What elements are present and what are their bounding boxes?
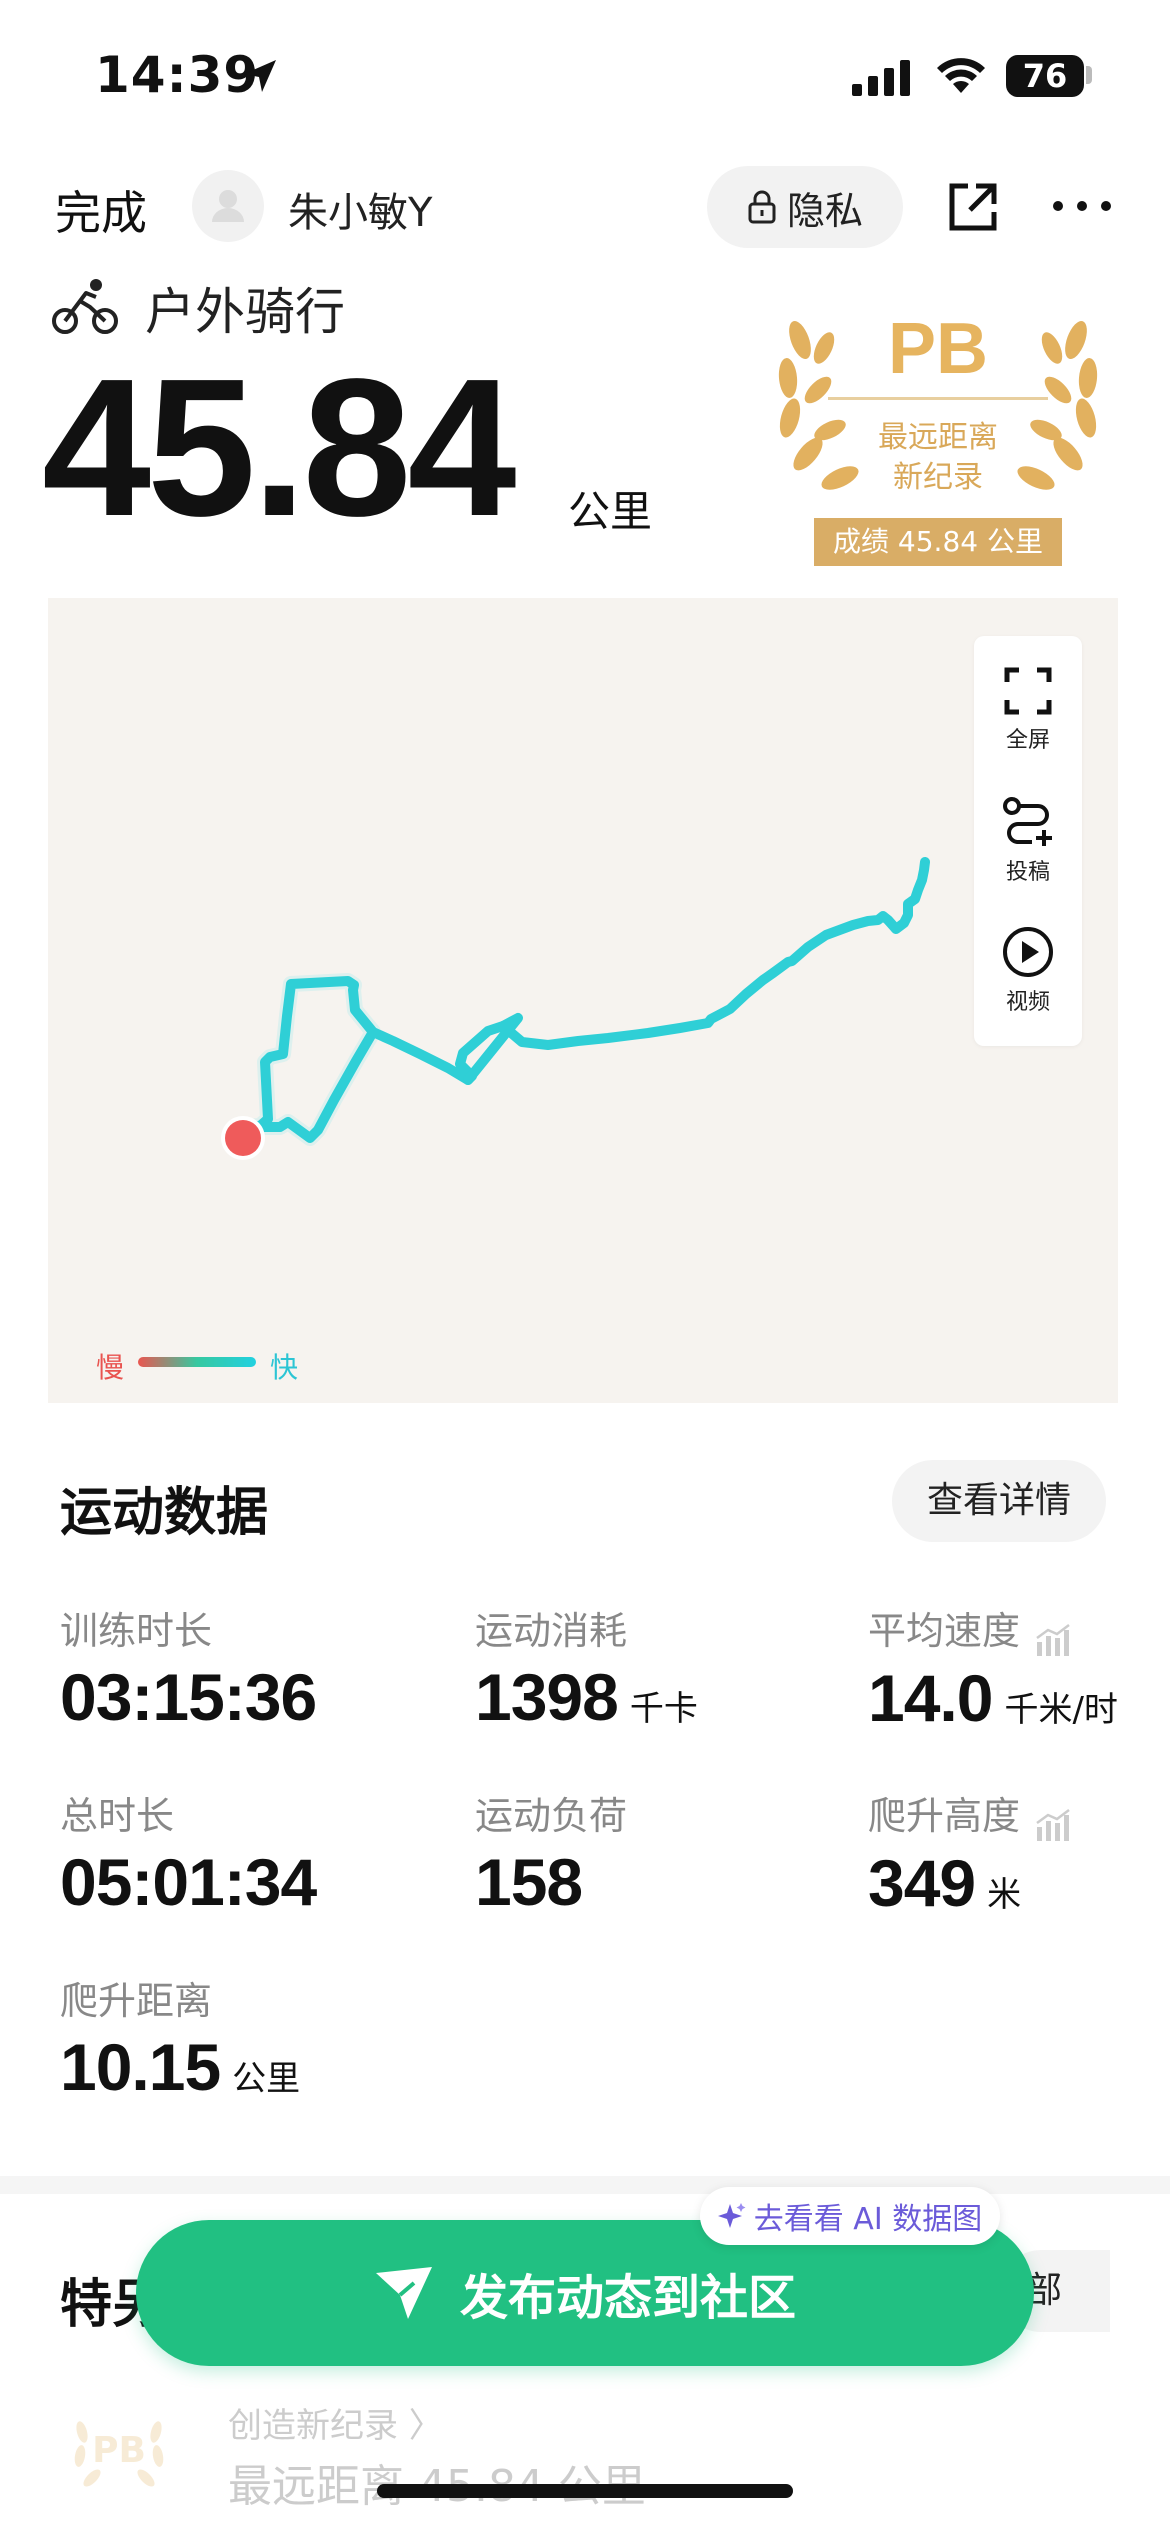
send-icon (375, 2267, 432, 2319)
privacy-label: 隐私 (786, 188, 863, 233)
ai-pill-label: 去看看 AI 数据图 (753, 2202, 983, 2237)
stat-label: 爬升距离 (60, 1979, 213, 2023)
stat-unit: 千米/时 (1004, 1689, 1118, 1730)
stat-value: 14.0 (868, 1660, 993, 1735)
route-add-icon (1003, 797, 1052, 846)
legend-slow: 慢 (96, 1351, 125, 1384)
stat-unit: 千卡 (629, 1689, 698, 1729)
legend-fast: 快 (270, 1351, 299, 1384)
stat-value: 158 (475, 1845, 583, 1919)
avatar[interactable] (192, 170, 264, 242)
cellular-signal-icon (852, 60, 910, 96)
map-toolbar: 全屏 投稿 视频 (974, 636, 1082, 1046)
pb-mini-badge: PB (68, 2408, 170, 2498)
username[interactable]: 朱小敏Y (288, 180, 432, 238)
stat-label: 运动消耗 (475, 1609, 628, 1653)
video-tool[interactable]: 视频 (974, 926, 1082, 1016)
view-details-button[interactable]: 查看详情 (892, 1460, 1106, 1542)
pb-divider (828, 397, 1048, 400)
route-path (221, 857, 930, 1160)
pb-subtitle-line1: 最远距离 (878, 420, 998, 455)
sparkle-icon (717, 2203, 746, 2228)
pb-title: PB (887, 309, 989, 389)
route-map[interactable] (48, 598, 1118, 1403)
stat-label: 爬升高度 (868, 1794, 1021, 1838)
play-icon (1003, 927, 1053, 977)
stat-value: 03:15:36 (60, 1660, 317, 1734)
record-detail: 最远距离 45.84 公里 (228, 2461, 646, 2512)
fullscreen-icon (1004, 667, 1052, 715)
share-icon[interactable] (946, 180, 1000, 234)
record-caption: 创造新纪录 〉 (228, 2406, 443, 2446)
battery-nub (1086, 66, 1092, 84)
stat-avg-speed[interactable]: 平均速度 14.0 千米/时 (868, 1600, 1118, 1736)
status-time: 14:39 (95, 46, 260, 104)
privacy-button[interactable]: 隐私 (707, 166, 903, 248)
stat-unit: 公里 (232, 2059, 301, 2099)
fullscreen-label: 全屏 (1005, 728, 1050, 753)
stat-label: 平均速度 (868, 1609, 1021, 1653)
stat-unit: 米 (987, 1874, 1022, 1915)
trend-chart-icon (1036, 1623, 1070, 1656)
stat-label: 总时长 (60, 1794, 175, 1838)
distance-value: 45.84 (42, 338, 516, 557)
distance-unit: 公里 (568, 487, 653, 536)
battery-indicator: 76 (1006, 55, 1084, 97)
ai-chart-pill[interactable]: 去看看 AI 数据图 (700, 2187, 1000, 2245)
pb-mini-text: PB (92, 2430, 146, 2471)
stat-total-time: 总时长 05:01:34 (60, 1785, 317, 1920)
lock-icon (748, 190, 776, 224)
stat-training-load: 运动负荷 158 (475, 1785, 627, 1920)
wifi-icon (937, 58, 985, 93)
stat-elevation-gain[interactable]: 爬升高度 349 米 (868, 1785, 1073, 1921)
pb-badge[interactable]: PB 最远距离 新纪录 成绩 45.84 公里 (760, 300, 1116, 570)
home-indicator (377, 2484, 793, 2498)
stat-value: 349 (868, 1845, 976, 1920)
bike-icon (52, 279, 118, 334)
section-divider (0, 2176, 1170, 2194)
stat-climb-distance: 爬升距离 10.15 公里 (60, 1970, 300, 2105)
video-label: 视频 (1005, 990, 1050, 1015)
stats-title: 运动数据 (60, 1483, 269, 1543)
fullscreen-tool[interactable]: 全屏 (974, 666, 1082, 754)
stat-value: 10.15 (60, 2030, 221, 2104)
speed-legend-bar (138, 1357, 256, 1367)
stat-label: 运动负荷 (475, 1794, 628, 1838)
pb-result: 成绩 45.84 公里 (814, 518, 1062, 566)
more-icon[interactable] (1052, 200, 1112, 212)
stat-value: 1398 (475, 1660, 619, 1734)
stat-label: 训练时长 (60, 1609, 213, 1653)
submit-route-label: 投稿 (1005, 860, 1050, 885)
submit-route-tool[interactable]: 投稿 (974, 796, 1082, 886)
pb-subtitle-line2: 新纪录 (893, 460, 983, 495)
user-icon (212, 190, 244, 222)
done-button[interactable]: 完成 (55, 177, 147, 243)
publish-label: 发布动态到社区 (459, 2270, 796, 2326)
stat-value: 05:01:34 (60, 1845, 317, 1919)
trend-chart-icon (1036, 1808, 1070, 1841)
location-arrow-icon (244, 60, 276, 92)
stat-calories: 运动消耗 1398 千卡 (475, 1600, 698, 1735)
stat-training-time: 训练时长 03:15:36 (60, 1600, 317, 1735)
activity-type: 户外骑行 (145, 283, 345, 341)
